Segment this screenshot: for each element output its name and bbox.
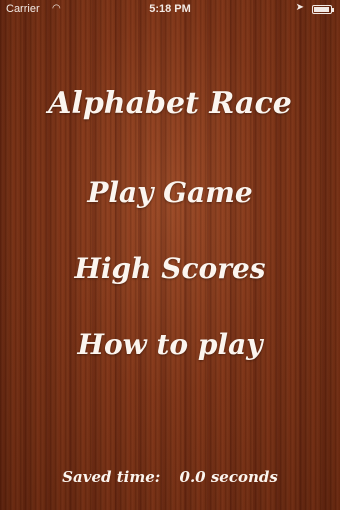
high-scores-button[interactable]: High Scores [0,252,340,285]
location-arrow-icon: ➤ [295,2,304,13]
battery-icon [312,5,334,14]
saved-time-value: 0.0 seconds [179,468,278,486]
saved-time-row: Saved time: 0.0 seconds [0,468,340,486]
how-to-play-button[interactable]: How to play [0,328,340,361]
status-time: 5:18 PM [149,3,191,15]
app-title: Alphabet Race [48,86,292,121]
play-game-button[interactable]: Play Game [0,176,340,209]
saved-time-label: Saved time: [62,468,161,486]
status-bar: Carrier ◠ 5:18 PM ➤ [0,0,340,20]
